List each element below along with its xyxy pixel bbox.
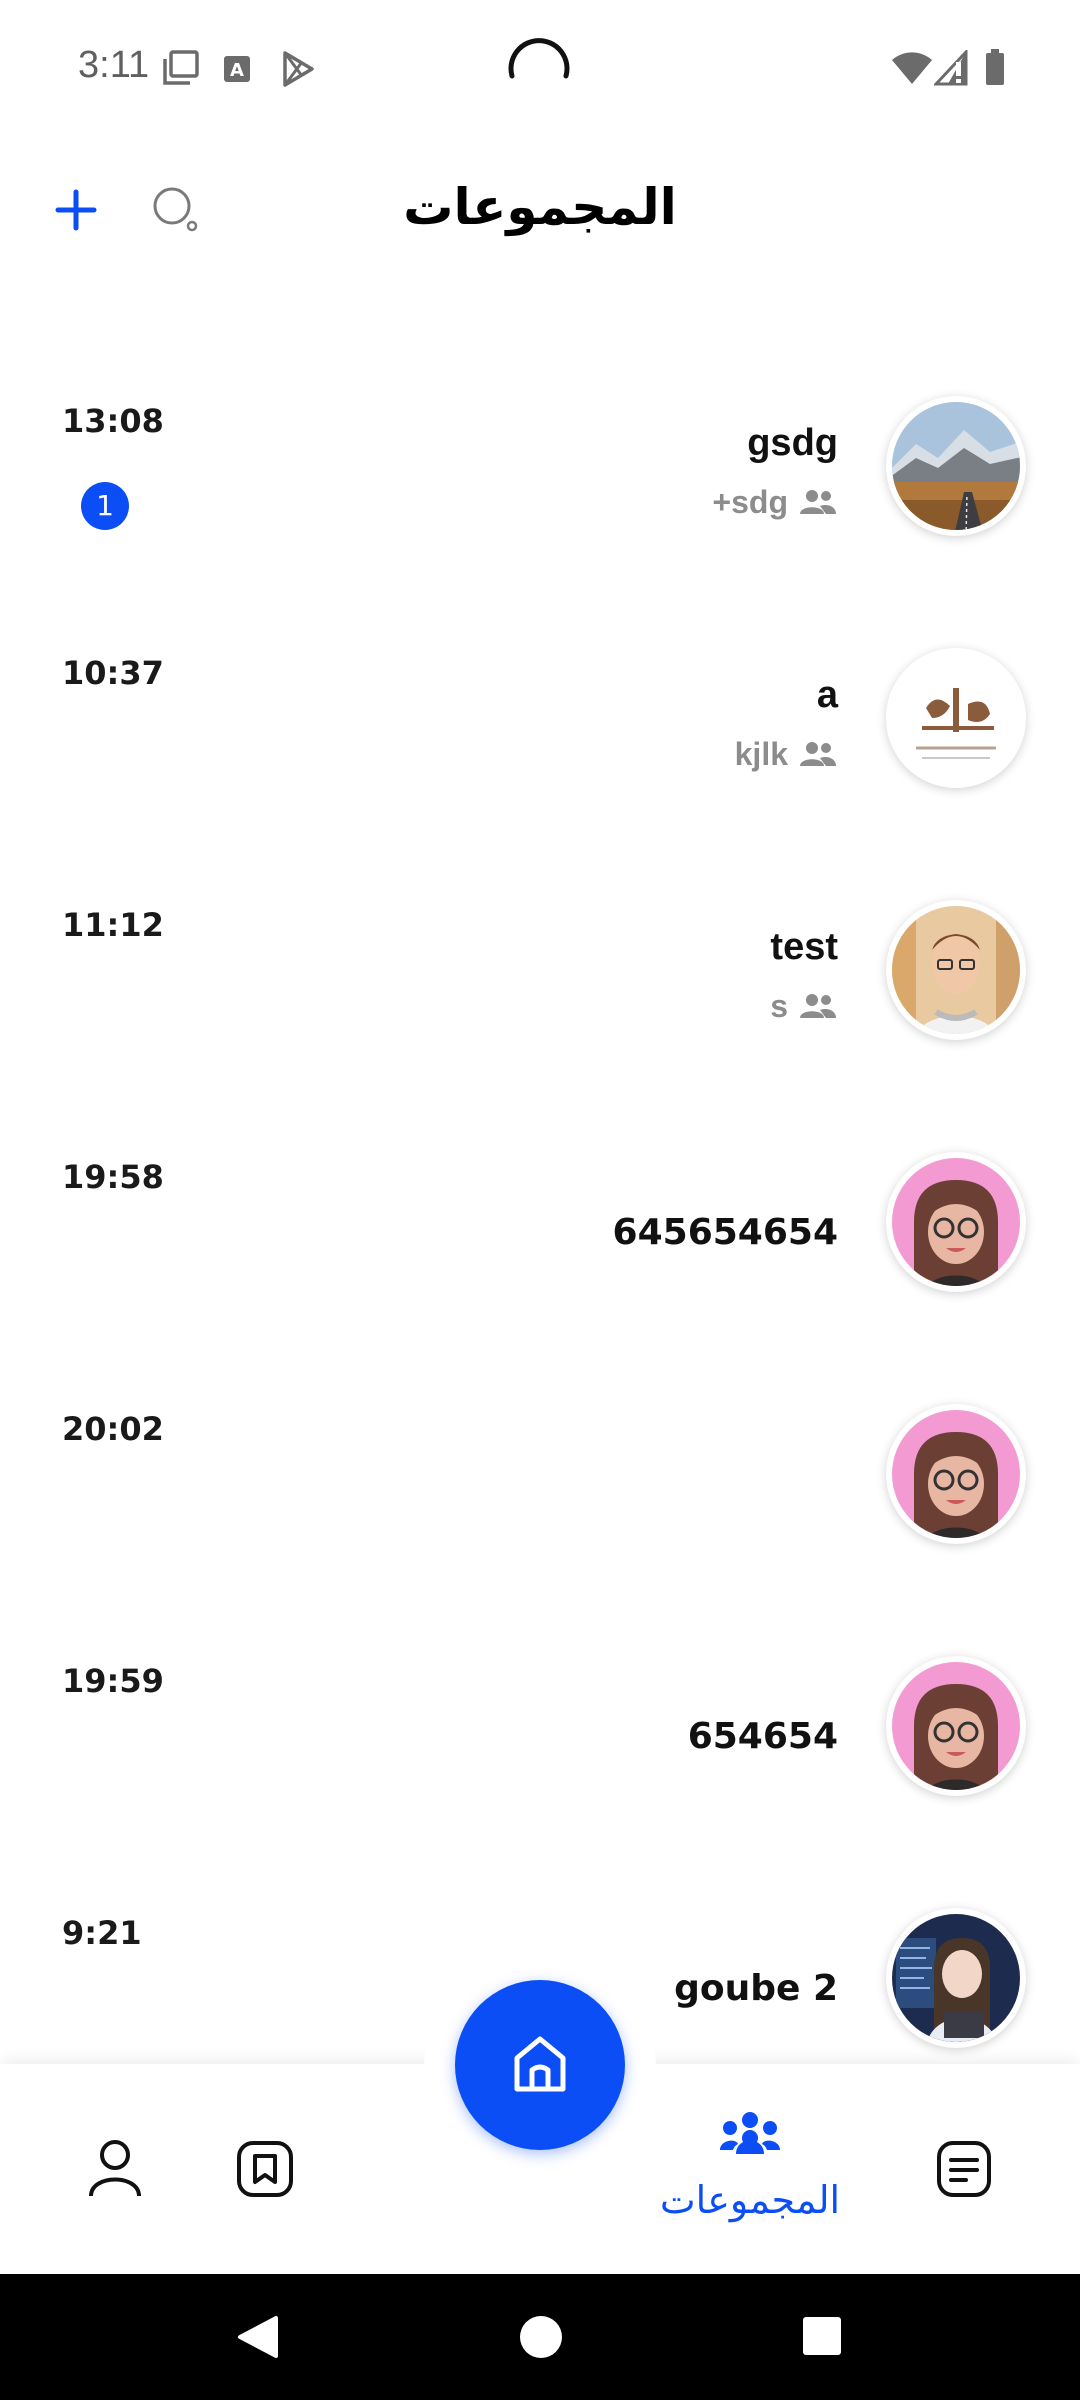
last-message-text: s: [770, 987, 788, 1024]
group-avatar: [886, 1404, 1026, 1544]
header: المجموعات: [0, 150, 1080, 270]
group-name: gsdg: [747, 422, 838, 464]
group-row[interactable]: 645654654 19:58: [0, 1096, 1080, 1348]
battery-icon: [986, 49, 1004, 85]
groups-icon[interactable]: [720, 2110, 780, 2166]
last-message: +sdg: [712, 482, 838, 522]
group-row[interactable]: a kjlk 10:37: [0, 592, 1080, 844]
last-message-text: +sdg: [712, 483, 788, 520]
group-name: 645654654: [612, 1212, 838, 1253]
recents-icon[interactable]: [802, 2316, 842, 2356]
man-photo-image: [892, 906, 1020, 1034]
group-time: 11:12: [62, 906, 164, 944]
group-row[interactable]: 654654 19:59: [0, 1600, 1080, 1852]
group-time: 19:59: [62, 1662, 164, 1700]
group-avatar: [886, 396, 1026, 536]
group-time: 13:08: [62, 402, 164, 440]
group-name: goube 2: [674, 1968, 838, 2009]
home-circle-icon[interactable]: [518, 2314, 564, 2360]
landscape-image: [892, 402, 1020, 530]
group-name: test: [770, 926, 838, 968]
last-message-text: kjlk: [734, 735, 788, 772]
group-time: 20:02: [62, 1410, 164, 1448]
group-avatar: [886, 648, 1026, 788]
group-time: 10:37: [62, 654, 164, 692]
status-bar: 3:11 A: [0, 0, 1080, 130]
group-time: 9:21: [62, 1914, 142, 1952]
wifi-icon: [892, 52, 932, 84]
group-avatar: [886, 900, 1026, 1040]
groups-screen: 3:11 A المجموعات gsdg +sdg 13:08 1 a kjl…: [0, 0, 1080, 2400]
group-avatar: [886, 1152, 1026, 1292]
cartoon-girl-image: [892, 1158, 1020, 1286]
page-title: المجموعات: [403, 178, 677, 236]
group-row[interactable]: 20:02: [0, 1348, 1080, 1600]
status-time: 3:11: [78, 44, 150, 86]
bookmark-icon[interactable]: [236, 2140, 294, 2198]
unread-badge: 1: [81, 482, 129, 530]
group-avatar: [886, 1656, 1026, 1796]
back-icon[interactable]: [236, 2314, 280, 2360]
group-time: 19:58: [62, 1158, 164, 1196]
logo-image: [886, 648, 1026, 788]
font-icon: A: [224, 56, 250, 82]
last-message: s: [770, 986, 838, 1026]
system-navigation-bar: [0, 2274, 1080, 2400]
group-name: a: [816, 674, 838, 716]
screenshot-icon: [163, 50, 199, 85]
last-message: kjlk: [735, 734, 838, 774]
people-icon: [800, 994, 836, 1018]
home-icon: [514, 2036, 566, 2092]
camera-cutout-icon: [508, 38, 570, 79]
cartoon-girl-image: [892, 1662, 1020, 1790]
group-row[interactable]: gsdg +sdg 13:08 1: [0, 340, 1080, 592]
cellular-icon: [934, 50, 968, 86]
home-button[interactable]: [455, 1980, 625, 2150]
group-list: gsdg +sdg 13:08 1 a kjlk 10:37 test s 11…: [0, 340, 1080, 2104]
people-icon: [800, 490, 836, 514]
anime-girl-image: [892, 1914, 1020, 2042]
groups-tab-label[interactable]: المجموعات: [640, 2178, 860, 2222]
notes-icon[interactable]: [936, 2140, 992, 2198]
svg-text:A: A: [230, 60, 244, 81]
play-store-icon: [283, 51, 314, 87]
group-avatar: [886, 1908, 1026, 2048]
group-name: 654654: [687, 1716, 838, 1757]
profile-icon[interactable]: [88, 2138, 142, 2198]
cartoon-girl-image: [892, 1410, 1020, 1538]
group-row[interactable]: test s 11:12: [0, 844, 1080, 1096]
people-icon: [800, 742, 836, 766]
